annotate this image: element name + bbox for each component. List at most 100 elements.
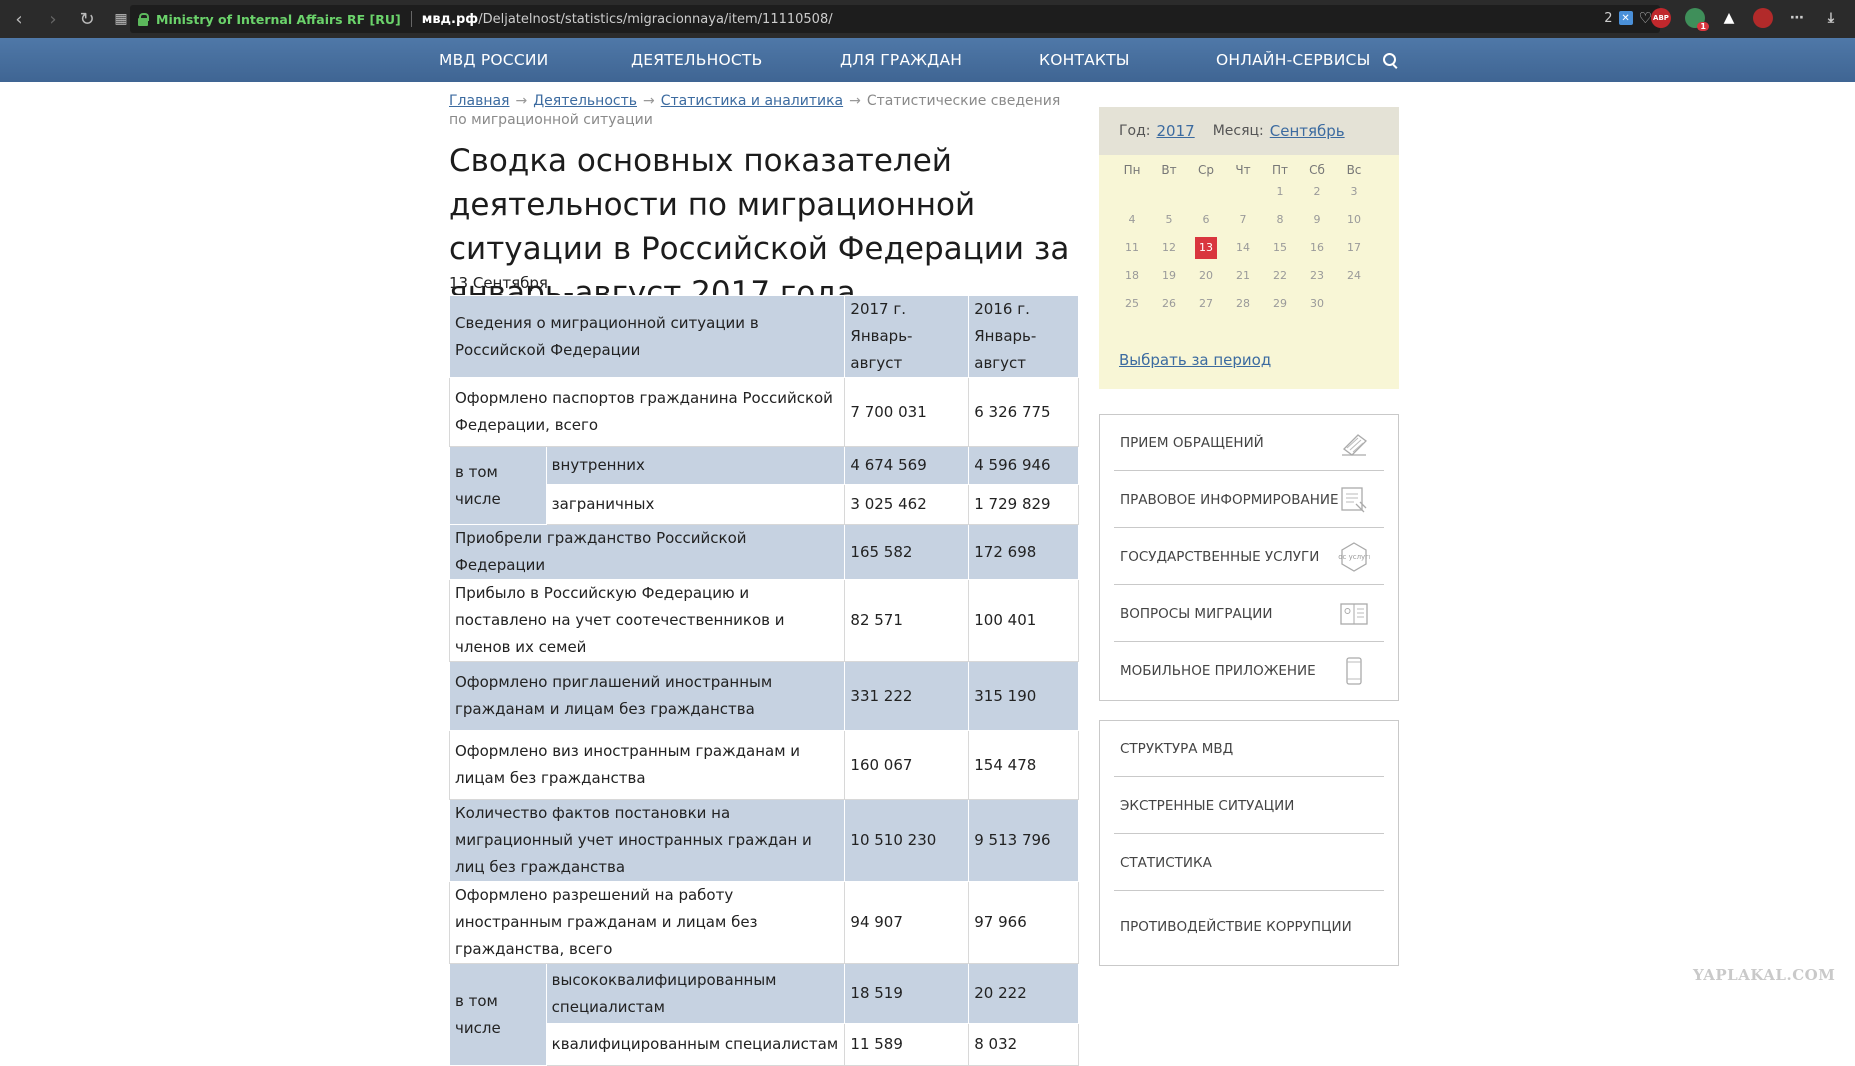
calendar-day[interactable]: 2 xyxy=(1306,181,1328,203)
service-item-mobile-app[interactable]: МОБИЛЬНОЕ ПРИЛОЖЕНИЕ xyxy=(1114,643,1384,699)
table-row: Оформлено паспортов гражданина Российско… xyxy=(448,377,1079,447)
row-value-2016: 97 966 xyxy=(968,881,1079,964)
row-label: Оформлено виз иностранным гражданам и ли… xyxy=(448,730,846,800)
calendar-day[interactable]: 6 xyxy=(1195,209,1217,231)
row-value-2017: 11 589 xyxy=(844,1023,970,1066)
calendar-day[interactable]: 27 xyxy=(1195,293,1217,315)
record-icon[interactable] xyxy=(1753,8,1773,28)
calendar-day[interactable]: 19 xyxy=(1158,265,1180,287)
service-item-legal-info[interactable]: ПРАВОВОЕ ИНФОРМИРОВАНИЕ xyxy=(1114,472,1384,528)
row-value-2016: 154 478 xyxy=(968,730,1079,800)
site-navigation: МВД РОССИИ ДЕЯТЕЛЬНОСТЬ ДЛЯ ГРАЖДАН КОНТ… xyxy=(0,38,1855,82)
table-header-row: Сведения о миграционной ситуации в Росси… xyxy=(448,295,1079,378)
calendar-day[interactable]: 29 xyxy=(1269,293,1291,315)
link-anti-corruption[interactable]: ПРОТИВОДЕЙСТВИЕ КОРРУПЦИИ xyxy=(1114,892,1384,962)
adblock-icon[interactable]: ABP xyxy=(1651,8,1671,28)
select-period-link[interactable]: Выбрать за период xyxy=(1119,351,1271,369)
menu-icon[interactable]: ⋯ xyxy=(1787,8,1807,28)
back-icon[interactable]: ‹ xyxy=(4,4,34,34)
calendar-day[interactable]: 14 xyxy=(1232,237,1254,259)
download-icon[interactable]: ⤓ xyxy=(1821,8,1841,28)
weekday-header: Пт xyxy=(1271,163,1288,177)
row-value-2017: 160 067 xyxy=(844,730,970,800)
passport-icon xyxy=(1340,603,1368,625)
heart-icon[interactable]: ♡ xyxy=(1639,9,1652,27)
calendar-day[interactable]: 16 xyxy=(1306,237,1328,259)
address-bar-actions: 2 ✕ ♡ xyxy=(1604,9,1652,27)
calendar-day[interactable]: 10 xyxy=(1343,209,1365,231)
calendar-grid: Пн Вт Ср Чт Пт Сб Вс 1 2 3 4 5 6 7 8 9 10 11 12 13 14 15 16 17 1… xyxy=(1099,155,1399,355)
breadcrumb-home[interactable]: Главная xyxy=(449,93,509,109)
calendar-day[interactable]: 1 xyxy=(1269,181,1291,203)
calendar-day[interactable]: 9 xyxy=(1306,209,1328,231)
nav-item-activity[interactable]: ДЕЯТЕЛЬНОСТЬ xyxy=(631,38,762,82)
nav-item-mvd[interactable]: МВД РОССИИ xyxy=(439,38,548,82)
calendar-day[interactable]: 17 xyxy=(1343,237,1365,259)
year-select[interactable]: 2017 xyxy=(1157,122,1195,140)
calendar-day[interactable]: 7 xyxy=(1232,209,1254,231)
site-identity[interactable]: Ministry of Internal Affairs RF [RU] xyxy=(156,12,401,27)
row-label: заграничных xyxy=(545,484,846,525)
link-structure[interactable]: СТРУКТУРА МВД xyxy=(1114,721,1384,777)
row-value-2017: 10 510 230 xyxy=(844,799,970,882)
link-statistics[interactable]: СТАТИСТИКА xyxy=(1114,835,1384,891)
nav-item-contacts[interactable]: КОНТАКТЫ xyxy=(1039,38,1130,82)
weekday-header: Пн xyxy=(1123,163,1141,177)
calendar-day[interactable]: 4 xyxy=(1121,209,1143,231)
row-label: Оформлено приглашений иностранным гражда… xyxy=(448,661,846,731)
calendar-day[interactable]: 8 xyxy=(1269,209,1291,231)
calendar-header: Год: 2017 Месяц: Сентябрь xyxy=(1099,107,1399,155)
calendar-day[interactable]: 15 xyxy=(1269,237,1291,259)
nav-item-online-services[interactable]: ОНЛАЙН-СЕРВИСЫ xyxy=(1216,38,1370,82)
row-label: Количество фактов постановки на миграцио… xyxy=(448,799,846,882)
calendar-day[interactable]: 22 xyxy=(1269,265,1291,287)
calendar-day[interactable]: 11 xyxy=(1121,237,1143,259)
row-value-2017: 94 907 xyxy=(844,881,970,964)
row-label: Прибыло в Российскую Федерацию и поставл… xyxy=(448,579,846,662)
calendar-day[interactable]: 25 xyxy=(1121,293,1143,315)
mobile-phone-icon xyxy=(1346,657,1362,685)
calendar-day[interactable]: 26 xyxy=(1158,293,1180,315)
calendar-day[interactable]: 28 xyxy=(1232,293,1254,315)
extension-badge-icon[interactable]: 1 xyxy=(1685,8,1709,31)
month-select[interactable]: Сентябрь xyxy=(1270,122,1345,140)
calendar-day[interactable]: 3 xyxy=(1343,181,1365,203)
bell-icon[interactable]: ▲ xyxy=(1719,8,1739,28)
links-box: СТРУКТУРА МВД ЭКСТРЕННЫЕ СИТУАЦИИ СТАТИС… xyxy=(1099,720,1399,966)
service-label: ПРАВОВОЕ ИНФОРМИРОВАНИЕ xyxy=(1120,491,1339,508)
search-icon[interactable] xyxy=(1383,53,1396,66)
row-value-2017: 7 700 031 xyxy=(844,377,970,447)
calendar-day[interactable]: 23 xyxy=(1306,265,1328,287)
row-value-2016: 20 222 xyxy=(968,963,1079,1024)
extension-badge-count: 1 xyxy=(1697,22,1709,31)
address-bar[interactable]: Ministry of Internal Affairs RF [RU] мвд… xyxy=(130,5,1660,33)
service-label: МОБИЛЬНОЕ ПРИЛОЖЕНИЕ xyxy=(1120,663,1316,679)
calendar-day[interactable]: 30 xyxy=(1306,293,1328,315)
forward-icon[interactable]: › xyxy=(38,4,68,34)
month-label: Месяц: xyxy=(1212,123,1264,139)
calendar-day[interactable]: 24 xyxy=(1343,265,1365,287)
reload-icon[interactable]: ↻ xyxy=(72,4,102,34)
close-tab-icon[interactable]: ✕ xyxy=(1618,11,1633,25)
calendar-day[interactable]: 12 xyxy=(1158,237,1180,259)
nav-item-citizens[interactable]: ДЛЯ ГРАЖДАН xyxy=(840,38,962,82)
service-item-gov-services[interactable]: ГОСУДАРСТВЕННЫЕ УСЛУГИ гос услуги xyxy=(1114,529,1384,585)
calendar-day[interactable]: 20 xyxy=(1195,265,1217,287)
breadcrumb-stats[interactable]: Статистика и аналитика xyxy=(661,93,843,109)
breadcrumb-arrow: → xyxy=(849,93,861,109)
service-item-appeals[interactable]: ПРИЕМ ОБРАЩЕНИЙ xyxy=(1114,415,1384,471)
service-item-migration[interactable]: ВОПРОСЫ МИГРАЦИИ xyxy=(1114,586,1384,642)
link-emergency[interactable]: ЭКСТРЕННЫЕ СИТУАЦИИ xyxy=(1114,778,1384,834)
breadcrumb-activity[interactable]: Деятельность xyxy=(533,93,637,109)
calendar-day[interactable]: 18 xyxy=(1121,265,1143,287)
row-label: квалифицированным специалистам xyxy=(545,1023,846,1066)
row-label: Приобрели гражданство Российской Федерац… xyxy=(448,524,846,580)
calendar-day-selected[interactable]: 13 xyxy=(1195,237,1217,259)
row-value-2016: 172 698 xyxy=(968,524,1079,580)
service-label: ВОПРОСЫ МИГРАЦИИ xyxy=(1120,605,1273,622)
row-value-2017: 331 222 xyxy=(844,661,970,731)
service-label: ПРИЕМ ОБРАЩЕНИЙ xyxy=(1120,434,1264,451)
row-value-2017: 3 025 462 xyxy=(844,484,970,525)
calendar-day[interactable]: 5 xyxy=(1158,209,1180,231)
calendar-day[interactable]: 21 xyxy=(1232,265,1254,287)
